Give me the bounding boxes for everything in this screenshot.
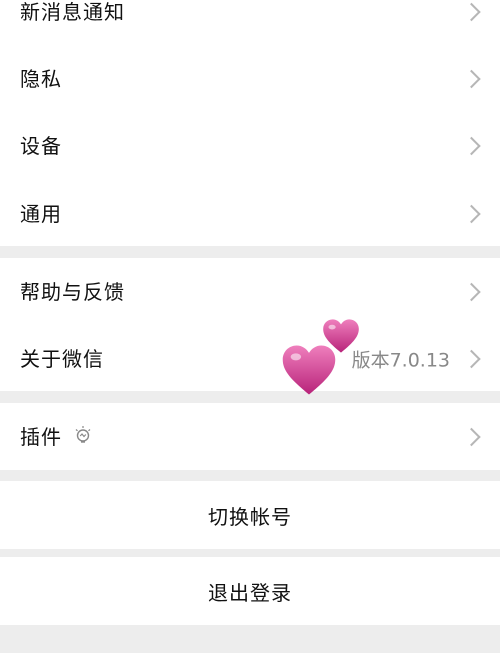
lightbulb-icon (73, 425, 93, 450)
settings-item-label: 插件 (20, 425, 62, 449)
settings-group-1: 新消息通知 隐私 设备 通用 (0, 0, 500, 246)
settings-group-2: 帮助与反馈 关于微信 版本7.0.13 (0, 258, 500, 391)
settings-item-label: 设备 (20, 134, 62, 158)
settings-item-label: 通用 (20, 202, 62, 226)
version-label: 版本7.0.13 (351, 349, 450, 372)
switch-account-label: 切换帐号 (208, 504, 292, 529)
switch-account-button[interactable]: 切换帐号 (0, 481, 500, 549)
settings-item-about[interactable]: 关于微信 版本7.0.13 (0, 325, 500, 393)
chevron-right-icon (462, 204, 481, 224)
settings-item-plugins[interactable]: 插件 (0, 403, 500, 471)
chevron-right-icon (462, 136, 481, 156)
chevron-right-icon (462, 427, 481, 447)
settings-item-label: 隐私 (20, 67, 62, 91)
settings-item-help-feedback[interactable]: 帮助与反馈 (0, 258, 500, 326)
logout-button[interactable]: 退出登录 (0, 557, 500, 625)
chevron-right-icon (462, 2, 481, 22)
chevron-right-icon (462, 282, 481, 302)
settings-item-devices[interactable]: 设备 (0, 112, 500, 180)
logout-label: 退出登录 (208, 580, 292, 605)
heart-sticker (282, 345, 336, 395)
chevron-right-icon (462, 69, 481, 89)
settings-item-label: 新消息通知 (20, 0, 125, 24)
chevron-right-icon (462, 349, 481, 369)
settings-item-general[interactable]: 通用 (0, 180, 500, 248)
settings-group-3: 插件 (0, 403, 500, 470)
settings-item-privacy[interactable]: 隐私 (0, 45, 500, 113)
settings-item-label: 关于微信 (20, 347, 104, 371)
settings-item-notifications[interactable]: 新消息通知 (0, 0, 500, 46)
settings-item-label: 帮助与反馈 (20, 280, 125, 304)
